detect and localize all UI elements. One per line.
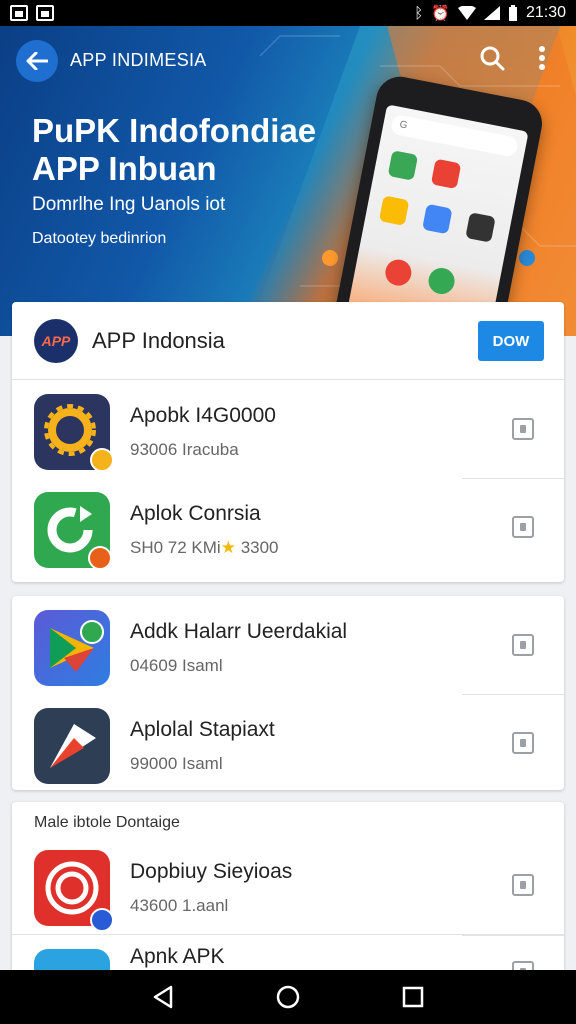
install-icon[interactable] <box>512 874 534 896</box>
nav-back-button[interactable] <box>143 977 183 1017</box>
section-label: Male ibtole Dontaige <box>34 814 180 831</box>
brand-logo: APP <box>34 318 78 363</box>
phone-app-icon <box>383 257 414 288</box>
back-triangle-icon <box>153 985 172 1009</box>
arrow-icon <box>50 724 96 768</box>
brand-name: APP Indonsia <box>92 327 225 353</box>
phone-app-icon <box>430 158 462 190</box>
app-list-card: Male ibtole Dontaige Dopbiuy Sieyioas 43… <box>12 802 564 982</box>
app-badge <box>80 620 104 644</box>
status-bar: ᛒ ⏰ 21:30 <box>0 0 576 26</box>
app-title: Addk Halarr Ueerdakial <box>130 620 348 643</box>
app-subtitle: 99000 Isaml <box>130 754 223 773</box>
download-button[interactable]: DOW <box>478 321 544 361</box>
more-vert-icon <box>539 46 545 70</box>
app-title: Dopbiuy Sieyioas <box>130 860 293 883</box>
phone-search-bar: G <box>389 113 520 158</box>
app-badge <box>90 448 114 472</box>
search-button[interactable] <box>476 42 508 74</box>
hero-banner: APP INDIMESIA PuPK Indofondiae APP Inbua… <box>0 26 576 336</box>
app-badge <box>90 908 114 932</box>
phone-app-icon <box>378 195 410 226</box>
signal-icon <box>483 6 500 20</box>
navigation-bar <box>0 970 576 1024</box>
bluetooth-icon: ᛒ <box>414 4 424 22</box>
nav-recents-button[interactable] <box>393 977 433 1017</box>
app-title: Apnk APK <box>130 945 225 968</box>
hero-subtitle: Domrlhe Ing Uanols iot <box>32 194 226 215</box>
app-icon <box>34 850 114 932</box>
hero-caption: Datootey bedinrion <box>32 230 167 247</box>
phone-app-icon <box>422 203 453 235</box>
app-subtitle: 43600 1.aanl <box>130 896 229 915</box>
app-badge <box>88 546 112 570</box>
status-left-icons <box>10 5 54 21</box>
list-item[interactable]: Aplolal Stapiaxt 99000 Isaml <box>12 694 564 792</box>
card-header: APP APP Indonsia DOW <box>12 302 564 380</box>
app-icon <box>34 610 110 686</box>
search-icon <box>480 46 505 71</box>
status-time: 21:30 <box>525 4 566 21</box>
wifi-icon <box>457 6 476 20</box>
app-subtitle: 04609 Isaml <box>130 656 223 675</box>
more-options-button[interactable] <box>528 42 556 74</box>
app-title: Aplolal Stapiaxt <box>130 718 275 741</box>
app-title: Aplok Conrsia <box>130 502 261 525</box>
list-item[interactable]: Aplok Conrsia SH0 72 KMi★ 3300 <box>12 478 564 576</box>
battery-icon <box>508 5 517 21</box>
back-button[interactable] <box>16 40 58 82</box>
app-list-card: Addk Halarr Ueerdakial 04609 Isaml Aplol… <box>12 596 564 790</box>
alarm-icon: ⏰ <box>431 4 450 22</box>
install-icon[interactable] <box>512 634 534 656</box>
nav-home-button[interactable] <box>268 977 308 1017</box>
install-icon[interactable] <box>512 418 534 440</box>
install-icon[interactable] <box>512 732 534 754</box>
app-subtitle: SH0 72 KMi★ 3300 <box>130 538 279 557</box>
app-icon <box>34 708 110 784</box>
photo-icon <box>36 5 54 21</box>
app-title: APP INDIMESIA <box>70 50 207 70</box>
app-subtitle: 93006 Iracuba <box>130 440 239 459</box>
featured-app-card: APP APP Indonsia DOW Apobk I4G0000 93006… <box>12 302 564 582</box>
install-icon[interactable] <box>512 516 534 538</box>
phone-app-icon <box>387 150 419 181</box>
star-icon: ★ <box>220 538 236 557</box>
recents-square-icon <box>403 986 424 1008</box>
list-item[interactable]: Apobk I4G0000 93006 Iracuba <box>12 380 564 478</box>
app-icon <box>34 394 114 472</box>
list-item[interactable]: Dopbiuy Sieyioas 43600 1.aanl <box>12 836 564 934</box>
status-right-icons: ᛒ ⏰ 21:30 <box>414 4 566 22</box>
image-icon <box>10 5 28 21</box>
phone-app-icon <box>465 212 496 243</box>
phone-app-icon <box>426 265 457 297</box>
arrow-left-icon <box>26 52 48 70</box>
hero-headline: PuPK Indofondiae APP Inbuan <box>32 112 317 187</box>
app-title: Apobk I4G0000 <box>130 404 276 427</box>
app-icon <box>34 492 112 570</box>
list-item[interactable]: Addk Halarr Ueerdakial 04609 Isaml <box>12 596 564 694</box>
home-circle-icon <box>276 985 300 1009</box>
